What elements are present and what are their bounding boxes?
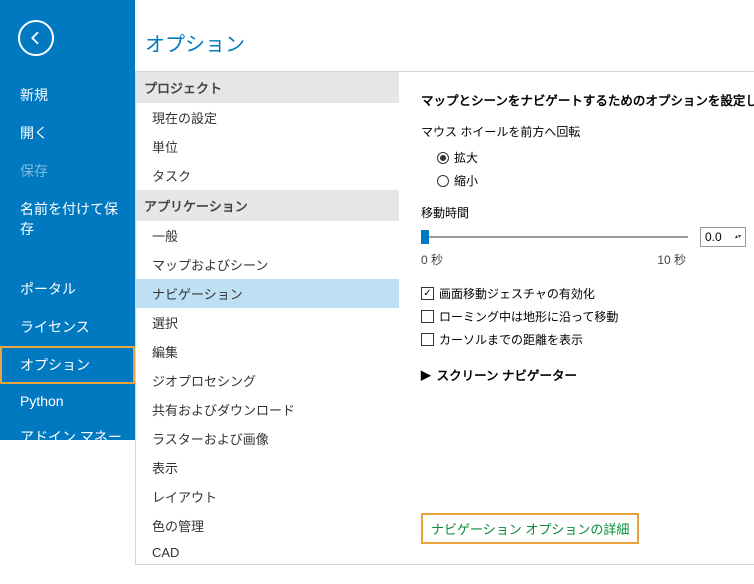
sidebar-item[interactable]: 開く [0, 114, 135, 152]
spinner-icon[interactable]: ▴▾ [735, 234, 741, 240]
chevron-right-icon: ▶ [421, 367, 431, 382]
sidebar-item[interactable]: Python [0, 384, 135, 418]
category-item[interactable]: 単位 [136, 132, 399, 161]
left-sidebar: 新規開く保存名前を付けて保存 ポータルライセンスオプションPythonアドイン … [0, 0, 135, 440]
radio-icon [437, 152, 449, 164]
checkbox-icon: ✓ [421, 287, 434, 300]
checkbox-gesture[interactable]: ✓ 画面移動ジェスチャの有効化 [421, 282, 746, 305]
category-item[interactable]: CAD [136, 540, 399, 564]
category-item[interactable]: 色の管理 [136, 511, 399, 540]
sidebar-item[interactable]: 名前を付けて保存 [0, 190, 135, 248]
checkbox-cursor-dist[interactable]: カーソルまでの距離を表示 [421, 328, 746, 351]
expander-label: スクリーン ナビゲーター [437, 365, 577, 384]
radio-icon [437, 175, 449, 187]
radio-zoom-in-label: 拡大 [454, 149, 478, 166]
transition-value: 0.0 [705, 230, 722, 244]
checkbox-roam-label: ローミング中は地形に沿って移動 [439, 308, 618, 325]
sidebar-item[interactable]: ライセンス [0, 308, 135, 346]
category-item[interactable]: ナビゲーション [136, 279, 399, 308]
page-title: オプション [135, 0, 754, 71]
category-item[interactable]: 現在の設定 [136, 103, 399, 132]
sidebar-item: 保存 [0, 152, 135, 190]
radio-zoom-out[interactable]: 縮小 [421, 169, 746, 192]
category-item[interactable]: 選択 [136, 308, 399, 337]
category-item[interactable]: レイアウト [136, 482, 399, 511]
checkbox-roam[interactable]: ローミング中は地形に沿って移動 [421, 305, 746, 328]
main-panel: オプション プロジェクト現在の設定単位タスクアプリケーション一般マップおよびシー… [135, 0, 754, 584]
category-header: プロジェクト [136, 72, 399, 103]
back-button[interactable] [18, 20, 54, 56]
screen-navigator-expander[interactable]: ▶ スクリーン ナビゲーター [421, 365, 746, 384]
checkbox-icon [421, 333, 434, 346]
radio-zoom-out-label: 縮小 [454, 172, 478, 189]
transition-value-input[interactable]: 0.0 ▴▾ [700, 227, 746, 247]
settings-panel: マップとシーンをナビゲートするためのオプションを設定します。 マウス ホイールを… [399, 72, 754, 564]
slider-max-label: 10 秒 [657, 251, 686, 268]
checkbox-cursor-dist-label: カーソルまでの距離を表示 [439, 331, 583, 348]
more-options-link[interactable]: ナビゲーション オプションの詳細 [421, 513, 639, 544]
radio-zoom-in[interactable]: 拡大 [421, 146, 746, 169]
sidebar-item[interactable]: オプション [0, 346, 135, 384]
wheel-group-label: マウス ホイールを前方へ回転 [421, 123, 746, 140]
arrow-left-icon [27, 29, 45, 47]
transition-slider[interactable] [421, 236, 688, 238]
category-item[interactable]: 一般 [136, 221, 399, 250]
checkbox-gesture-label: 画面移動ジェスチャの有効化 [439, 285, 595, 302]
category-item[interactable]: ジオプロセシング [136, 366, 399, 395]
category-item[interactable]: 表示 [136, 453, 399, 482]
slider-thumb-icon[interactable] [421, 230, 429, 244]
slider-min-label: 0 秒 [421, 251, 443, 268]
category-item[interactable]: タスク [136, 161, 399, 190]
sidebar-item[interactable]: ポータル [0, 270, 135, 308]
sidebar-item[interactable]: 新規 [0, 76, 135, 114]
category-header: アプリケーション [136, 190, 399, 221]
checkbox-icon [421, 310, 434, 323]
category-item[interactable]: マップおよびシーン [136, 250, 399, 279]
category-item[interactable]: 共有およびダウンロード [136, 395, 399, 424]
settings-heading: マップとシーンをナビゲートするためのオプションを設定します。 [421, 90, 746, 109]
category-item[interactable]: ラスターおよび画像 [136, 424, 399, 453]
category-list[interactable]: プロジェクト現在の設定単位タスクアプリケーション一般マップおよびシーンナビゲーシ… [136, 72, 399, 564]
sidebar-item[interactable]: アドイン マネージャー [0, 418, 135, 476]
category-item[interactable]: 編集 [136, 337, 399, 366]
transition-label: 移動時間 [421, 204, 746, 221]
